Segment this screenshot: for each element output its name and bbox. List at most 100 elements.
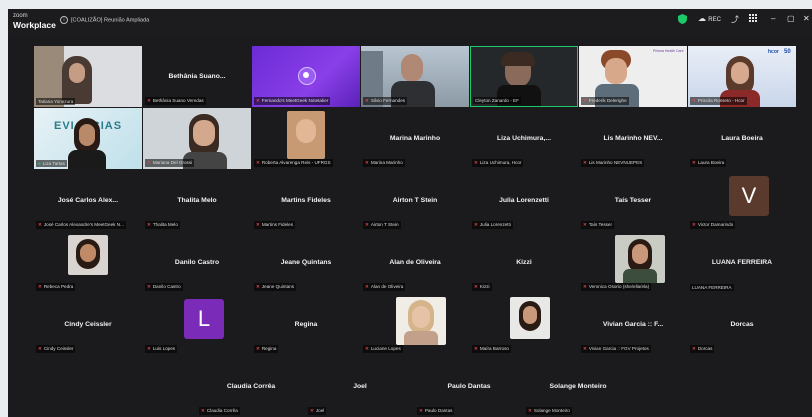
participant-tile[interactable]: hcor 50 ✕ Priscila Rosseto - Hcor	[688, 46, 796, 107]
participant-tile[interactable]: Thalita Melo ✕ Thalita Melo	[143, 170, 251, 231]
share-icon[interactable]: ⤴	[731, 14, 739, 25]
profile-photo	[510, 297, 550, 339]
meeting-title[interactable]: i [COALIZÃO] Reunião Ampliada	[60, 16, 149, 24]
participant-tile[interactable]: ✕ Roberta Alvarenga Reis - UFRGS	[252, 108, 360, 169]
participant-tile[interactable]: Solange Monteiro ✕ Solange Monteiro	[524, 356, 632, 417]
participant-name-label: ✕ Dorcas	[690, 345, 715, 353]
participant-display-name: Solange Monteiro	[549, 383, 607, 390]
zoom-window: zoom Workplace i [COALIZÃO] Reunião Ampli…	[8, 9, 812, 417]
mic-muted-icon: ✕	[365, 222, 369, 227]
participant-tile[interactable]: ✕ Luciane Lopes	[361, 294, 469, 355]
rec-label: REC	[708, 17, 721, 23]
participant-name-label: ✕ Claudia Corrêa	[199, 407, 240, 415]
participant-tile[interactable]: Martins Fideles ✕ Martins Fideles	[252, 170, 360, 231]
participant-name-label: Tatiana Yonezura	[36, 98, 76, 105]
participant-tile[interactable]: ✕ Mariana Del Grossi	[143, 108, 251, 169]
participant-tile[interactable]: LUANA FERREIRA LUANA FERREIRA	[688, 232, 796, 293]
cloud-record-button[interactable]: ☁ REC	[698, 14, 721, 23]
participant-tile[interactable]: Dorcas ✕ Dorcas	[688, 294, 796, 355]
participant-tile[interactable]: Vivian Garcia :: F... ✕ Vivian Garcia :: …	[579, 294, 687, 355]
participant-tile-active-speaker[interactable]: Cleyton Zanardo - EF	[470, 46, 578, 107]
participant-name-label: ✕ Bethânia Suano Veredas	[145, 97, 206, 105]
participant-name-label: ✕ Kizzi	[472, 283, 492, 291]
participant-display-name: Taís Tesser	[614, 197, 652, 204]
participant-name-label: ✕ Luciane Lopes	[363, 345, 403, 353]
participant-name-label: ✕ Alan de Oliveira	[363, 283, 406, 291]
mic-muted-icon: ✕	[692, 222, 696, 227]
mic-muted-icon: ✕	[474, 346, 478, 351]
participant-tile[interactable]: Cindy Ceissler ✕ Cindy Ceissler	[34, 294, 142, 355]
participant-tile[interactable]: ✕ Silvio Fernandes	[361, 46, 469, 107]
participant-name-label: ● Liza Tartas	[36, 160, 67, 167]
participant-display-name: Julia Lorenzetti	[499, 197, 549, 204]
participant-name-label: ✕ Luis Lopes	[145, 345, 178, 353]
participant-display-name: Claudia Corrêa	[226, 383, 276, 390]
participant-tile[interactable]: Claudia Corrêa ✕ Claudia Corrêa	[197, 356, 305, 417]
close-icon[interactable]: ✕	[803, 14, 810, 23]
shield-icon[interactable]	[678, 14, 687, 26]
participant-name-label: ✕ Victor Damarindo	[690, 221, 736, 229]
mic-muted-icon: ✕	[583, 98, 587, 103]
participant-name-label: ✕ Jeane Quintans	[254, 283, 297, 291]
participant-tile[interactable]: Airton T Stein ✕ Airton T Stein	[361, 170, 469, 231]
restore-icon[interactable]: ▢	[787, 14, 795, 23]
participant-tile[interactable]: Julia Lorenzetti ✕ Julia Lorenzetti	[470, 170, 578, 231]
participant-display-name: Vivian Garcia :: F...	[602, 321, 664, 328]
participant-tile[interactable]: Regina ✕ Regina	[252, 294, 360, 355]
participant-tile[interactable]: Marina Marinho ✕ Marina Marinho	[361, 108, 469, 169]
profile-photo	[396, 297, 446, 345]
participant-tile[interactable]: V ✕ Victor Damarindo	[688, 170, 796, 231]
grid-view-icon[interactable]	[749, 14, 757, 24]
meeting-title-text: [COALIZÃO] Reunião Ampliada	[71, 17, 150, 24]
participant-tile[interactable]: ✕ Veronica Osorio (she/ella/ela)	[579, 232, 687, 293]
participant-tile[interactable]: Paulo Dantas ✕ Paulo Dantas	[415, 356, 523, 417]
participant-name-label: ✕ Maíra Barroso	[472, 345, 511, 353]
participant-tile[interactable]: ✕ Rebeca Pedra	[34, 232, 142, 293]
mic-muted-icon: ✕	[38, 222, 42, 227]
zoom-logo: zoom Workplace	[13, 12, 56, 30]
participant-tile[interactable]: Prisma Health Care ✕ Frederik Delerighe	[579, 46, 687, 107]
participant-tile[interactable]: Bethânia Suano... ✕ Bethânia Suano Vereda…	[143, 46, 251, 107]
participant-tile[interactable]: Laura Boeira ✕ Laura Boeira	[688, 108, 796, 169]
participant-display-name: Airton T Stein	[392, 197, 438, 204]
participant-tile[interactable]: Taís Tesser ✕ Taís Tesser	[579, 170, 687, 231]
participant-tile[interactable]: Alan de Oliveira ✕ Alan de Oliveira	[361, 232, 469, 293]
participant-tile[interactable]: Danilo Castro ✕ Danilo Castro	[143, 232, 251, 293]
participant-display-name: Liza Uchimura,...	[496, 135, 551, 142]
participant-display-name: Lis Marinho NEV...	[603, 135, 663, 142]
participant-tile[interactable]: Joel ✕ Joel	[306, 356, 414, 417]
participant-display-name: LUANA FERREIRA	[711, 259, 773, 266]
title-bar: zoom Workplace i [COALIZÃO] Reunião Ampli…	[8, 9, 812, 35]
mic-muted-icon: ✕	[256, 346, 260, 351]
participant-tile[interactable]: Tatiana Yonezura	[34, 46, 142, 107]
mic-muted-icon: ✕	[419, 408, 423, 413]
participant-tile[interactable]: Lis Marinho NEV... ✕ Lis Marinho NEVNUEPE…	[579, 108, 687, 169]
mic-muted-icon: ✕	[147, 222, 151, 227]
participant-tile[interactable]: Jeane Quintans ✕ Jeane Quintans	[252, 232, 360, 293]
participant-tile[interactable]: L ✕ Luis Lopes	[143, 294, 251, 355]
mic-muted-icon: ✕	[692, 160, 696, 165]
participant-display-name: Joel	[353, 383, 367, 390]
mic-muted-icon: ✕	[583, 222, 587, 227]
participant-tile[interactable]: EVI..NCIAS ●Liza Tartas	[34, 108, 142, 169]
mic-muted-icon: ✕	[147, 346, 151, 351]
participant-tile[interactable]: ✕ Fernando's MeetGeek Notetaker	[252, 46, 360, 107]
participant-tile[interactable]: ✕ Maíra Barroso	[470, 294, 578, 355]
participant-display-name: Danilo Castro	[174, 259, 220, 266]
participant-name-label: ✕ Laura Boeira	[690, 159, 727, 167]
participant-display-name: Cindy Ceissler	[64, 321, 112, 328]
avatar: V	[729, 176, 769, 216]
participant-name-label: ✕ Frederik Delerighe	[581, 97, 629, 105]
participant-tile[interactable]: Liza Uchimura,... ✕ Liza Uchimura, Hcor	[470, 108, 578, 169]
participant-tile[interactable]: José Carlos Alex... ✕ José Carlos Alexand…	[34, 170, 142, 231]
participant-display-name: Kizzi	[516, 259, 532, 266]
participant-display-name: Paulo Dantas	[447, 383, 491, 390]
mic-muted-icon: ✕	[147, 284, 151, 289]
info-icon[interactable]: i	[60, 16, 68, 24]
participant-name-label: ✕ Roberta Alvarenga Reis - UFRGS	[254, 159, 333, 167]
mic-muted-icon: ✕	[692, 98, 696, 103]
minimize-icon[interactable]: –	[771, 14, 775, 23]
participant-display-name: Marina Marinho	[389, 135, 441, 142]
participant-tile[interactable]: Kizzi ✕ Kizzi	[470, 232, 578, 293]
mic-muted-icon: ✕	[38, 346, 42, 351]
